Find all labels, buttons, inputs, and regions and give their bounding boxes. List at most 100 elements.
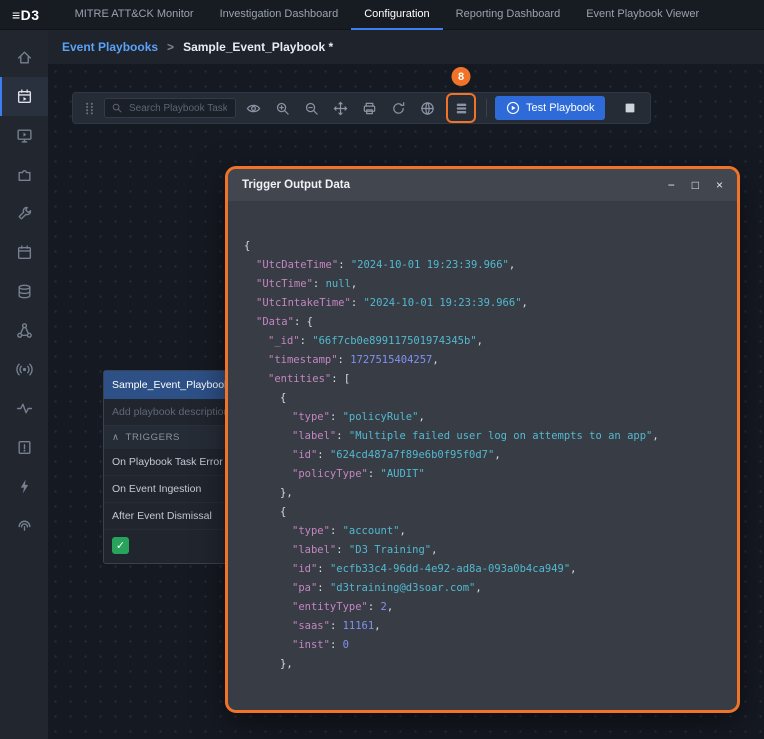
nav-item-reporting-dashboard[interactable]: Reporting Dashboard [443,0,574,30]
code-line: "UtcDateTime": "2024-10-01 19:23:39.966"… [244,256,737,275]
refresh-icon [391,101,406,116]
network-icon [16,322,33,339]
breadcrumb-root-link[interactable]: Event Playbooks [62,40,158,54]
eye-icon [246,101,261,116]
search-box [104,98,236,118]
annotation-ring: 8 [446,93,476,123]
d3-logo: ≡D3 [12,7,40,23]
zoom-out-button[interactable] [299,96,323,120]
code-line: "policyType": "AUDIT" [244,465,737,484]
play-circle-icon-wrap [506,101,520,115]
sidebar-item-integrations[interactable] [0,155,48,194]
modal-body: {"UtcDateTime": "2024-10-01 19:23:39.966… [228,201,737,674]
test-playbook-label: Test Playbook [526,102,594,114]
breadcrumb-current: Sample_Event_Playbook * [183,40,333,54]
stop-icon [623,101,637,115]
test-playbook-button[interactable]: Test Playbook [495,96,605,120]
sidebar-item-utilities[interactable] [0,194,48,233]
toolbar-icons [241,96,439,120]
sidebar-item-playbook-viewer[interactable] [0,116,48,155]
trigger-output-modal: Trigger Output Data − □ × {"UtcDateTime"… [228,169,737,710]
nav-item-event-playbook-viewer[interactable]: Event Playbook Viewer [573,0,712,30]
broadcast-icon [16,361,33,378]
search-input[interactable] [127,102,229,115]
sidebar-item-schedule[interactable] [0,233,48,272]
sidebar-item-playbooks[interactable] [0,77,48,116]
code-line: "pa": "d3training@d3soar.com", [244,579,737,598]
modal-title: Trigger Output Data [242,179,668,191]
search-icon [111,102,123,114]
minimize-icon[interactable]: − [668,179,675,191]
annotation-badge: 8 [452,67,471,86]
playbook-toolbar: 8 Test Playbook [72,92,651,124]
stop-button[interactable] [619,97,641,119]
screen-play-icon [16,127,33,144]
sidebar-item-connections[interactable] [0,311,48,350]
sidebar-item-home[interactable] [0,38,48,77]
nav-item-mitre-att-ck-monitor[interactable]: MITRE ATT&CK Monitor [62,0,207,30]
code-line: "UtcTime": null, [244,275,737,294]
refresh-button[interactable] [386,96,410,120]
preview-button[interactable] [241,96,265,120]
sidebar [0,30,48,739]
lightning-icon [16,478,33,495]
chevron-up-icon: ∧ [112,432,120,443]
code-line: "UtcIntakeTime": "2024-10-01 19:23:39.96… [244,294,737,313]
breadcrumb-separator-icon: > [167,40,174,54]
home-icon [16,49,33,66]
code-line: "entityType": 2, [244,598,737,617]
toolbar-divider [486,99,487,117]
sidebar-item-automation[interactable] [0,467,48,506]
sidebar-item-identity[interactable] [0,506,48,545]
globe-button[interactable] [415,96,439,120]
breadcrumb: Event Playbooks > Sample_Event_Playbook … [48,30,764,64]
maximize-icon[interactable]: □ [692,179,699,191]
triggers-section-label: TRIGGERS [126,432,180,443]
playbook-icon [16,88,33,105]
topnav-items: MITRE ATT&CK MonitorInvestigation Dashbo… [62,0,713,30]
calendar-icon [16,244,33,261]
code-line: "_id": "66f7cb0e899117501974345b", [244,332,737,351]
code-line: { [244,503,737,522]
data-stack-icon [454,101,469,116]
code-line: "type": "policyRule", [244,408,737,427]
sidebar-item-alerts[interactable] [0,428,48,467]
print-button[interactable] [357,96,381,120]
code-line: "label": "Multiple failed user log on at… [244,427,737,446]
zoom-out-icon [304,101,319,116]
pan-icon [333,101,348,116]
modal-header[interactable]: Trigger Output Data − □ × [228,169,737,201]
modal-window-controls: − □ × [668,179,723,191]
code-line: }, [244,655,737,674]
code-line: { [244,237,737,256]
nav-item-investigation-dashboard[interactable]: Investigation Dashboard [207,0,352,30]
pan-button[interactable] [328,96,352,120]
puzzle-icon [16,166,33,183]
search-icon-wrap [111,102,123,114]
code-line: { [244,389,737,408]
trigger-enabled-checkbox[interactable]: ✓ [112,537,129,554]
code-line: "timestamp": 1727515404257, [244,351,737,370]
code-line: }, [244,484,737,503]
nav-item-configuration[interactable]: Configuration [351,0,442,30]
zoom-in-button[interactable] [270,96,294,120]
code-line: "Data": { [244,313,737,332]
globe-icon [420,101,435,116]
code-line: "entities": [ [244,370,737,389]
code-line: "saas": 11161, [244,617,737,636]
code-line: "id": "624cd487a7f89e6b0f95f0d7", [244,446,737,465]
database-icon [16,283,33,300]
code-line: "id": "ecfb33c4-96dd-4e92-ad8a-093a0b4ca… [244,560,737,579]
close-icon[interactable]: × [716,179,723,191]
pulse-icon [16,400,33,417]
sidebar-item-webhooks[interactable] [0,350,48,389]
fingerprint-icon [16,517,33,534]
drag-handle[interactable] [82,101,97,116]
sidebar-item-data[interactable] [0,272,48,311]
trigger-output-data-button[interactable] [449,96,473,120]
topnav: ≡D3 MITRE ATT&CK MonitorInvestigation Da… [0,0,764,30]
sidebar-item-activity[interactable] [0,389,48,428]
alert-doc-icon [16,439,33,456]
code-line: "label": "D3 Training", [244,541,737,560]
zoom-in-icon [275,101,290,116]
